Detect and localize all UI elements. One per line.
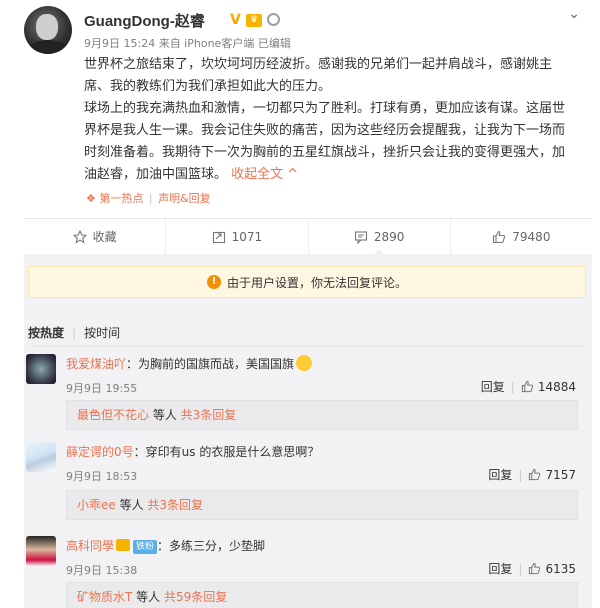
reply-button[interactable]: 回复	[488, 466, 512, 483]
comment-actions: 回复 | 14884	[481, 378, 576, 395]
commenter-name[interactable]: 我爱煤油吖	[66, 357, 126, 371]
comment-like-button[interactable]: 14884	[521, 380, 576, 394]
reply-restricted-notice: ! 由于用户设置，你无法回复评论。	[28, 266, 586, 298]
comment-time: 9月9日 19:55	[66, 382, 138, 395]
like-button[interactable]: 79480	[451, 219, 592, 254]
thumbs-up-icon	[521, 380, 534, 393]
sub-replies-box[interactable]: 最色但不花心 等人 共3条回复	[66, 400, 578, 430]
post-paragraph: 球场上的我充满热血和激情，一切都只为了胜利。打球有勇，更加应该有谋。这届世界杯是…	[84, 101, 566, 182]
thumbs-up-icon	[529, 562, 541, 575]
divider: |	[148, 192, 153, 205]
divider: |	[518, 467, 523, 482]
sub-replies-box[interactable]: 小乖ee 等人 共3条回复	[66, 490, 578, 520]
post-header: GuangDong-赵睿 V ♛ 9月9日 15:24 来自 iPhone客户端…	[24, 6, 590, 58]
comment-like-button[interactable]: 6135	[528, 562, 576, 576]
sub-reply-count-link[interactable]: 共3条回复	[147, 498, 203, 512]
post-paragraph: 世界杯之旅结束了，坎坎坷坷历经波折。感谢我的兄弟们一起并肩战斗，感谢姚主席、我的…	[84, 57, 553, 94]
like-count: 79480	[512, 229, 551, 244]
hot-topic-line: ❖ 第一热点 | 声明&回复	[86, 190, 211, 206]
commenter-name[interactable]: 薛定谔的0号	[66, 445, 134, 459]
member-ring-icon[interactable]	[267, 13, 280, 26]
sub-reply-user[interactable]: 小乖ee	[77, 498, 116, 512]
comment-text: ：为胸前的国旗而战，美国国旗	[126, 357, 295, 371]
divider: |	[518, 561, 523, 576]
comment-text: ：多练三分，少垫脚	[157, 539, 266, 553]
sort-by-time-tab[interactable]: 按时间	[84, 326, 120, 340]
thumbs-up-icon	[493, 230, 506, 243]
comment-like-count: 7157	[545, 467, 576, 482]
comment-count: 2890	[373, 229, 405, 244]
sub-reply-count-link[interactable]: 共59条回复	[164, 590, 227, 604]
comment-like-count: 6135	[545, 561, 576, 576]
comment-icon	[354, 230, 367, 244]
sub-replies-box[interactable]: 矿物质水T 等人 共59条回复	[66, 582, 578, 608]
collapse-link[interactable]: 收起全文 ^	[231, 167, 298, 182]
divider: |	[72, 326, 77, 340]
emoji-icon	[296, 355, 313, 371]
sub-reply-count-link[interactable]: 共3条回复	[181, 408, 237, 422]
post-meta: 9月9日 15:24 来自 iPhone客户端 已编辑	[84, 37, 291, 50]
comment-actions: 回复 | 6135	[488, 560, 576, 577]
commenter-name[interactable]: 高科同學	[66, 539, 114, 553]
comment-actions: 回复 | 7157	[488, 466, 576, 483]
vip-crown-icon[interactable]: ♛	[246, 14, 262, 27]
reply-button[interactable]: 回复	[481, 378, 505, 395]
author-avatar[interactable]	[24, 6, 72, 54]
comment-time: 9月9日 18:53	[66, 470, 138, 483]
comment-text-line: 我爱煤油吖：为胸前的国旗而战，美国国旗	[66, 355, 313, 372]
thumbs-up-icon	[529, 468, 541, 481]
sub-reply-user[interactable]: 矿物质水T	[77, 590, 132, 604]
divider: |	[510, 379, 515, 394]
hot-topic-link[interactable]: ❖ 第一热点	[86, 192, 143, 205]
sub-reply-user[interactable]: 最色但不花心	[77, 408, 149, 422]
repost-icon	[212, 231, 225, 243]
notice-text: 由于用户设置，你无法回复评论。	[226, 275, 407, 290]
author-name[interactable]: GuangDong-赵睿	[84, 10, 205, 31]
comment-like-count: 14884	[537, 379, 576, 394]
divider	[28, 346, 588, 347]
vip-crown-icon[interactable]	[116, 539, 131, 551]
comment-time: 9月9日 15:38	[66, 564, 138, 577]
fan-badge[interactable]: 铁粉	[133, 540, 158, 554]
statement-link[interactable]: 声明&回复	[158, 192, 211, 205]
commenter-avatar[interactable]	[26, 442, 56, 472]
repost-count: 1071	[231, 229, 263, 244]
reply-button[interactable]: 回复	[488, 560, 512, 577]
chevron-down-icon[interactable]: ⌄	[568, 6, 580, 22]
comment-sort-bar: 按热度 | 按时间	[28, 324, 120, 344]
repost-button[interactable]: 1071	[166, 219, 309, 254]
favorite-label: 收藏	[92, 230, 117, 244]
post-content: 世界杯之旅结束了，坎坎坷坷历经波折。感谢我的兄弟们一起并肩战斗，感谢姚主席、我的…	[84, 54, 574, 186]
verified-icon[interactable]: V	[230, 12, 241, 28]
comment-text: ：穿印有us 的衣服是什么意思啊？	[133, 445, 320, 459]
sub-reply-middle: 等人	[115, 498, 148, 512]
comment-button[interactable]: 2890	[309, 219, 451, 255]
comment-text-line: 薛定谔的0号：穿印有us 的衣服是什么意思啊？	[66, 443, 319, 460]
commenter-avatar[interactable]	[26, 354, 56, 384]
post-action-bar: 收藏 1071 2890 79480	[24, 218, 592, 255]
commenter-avatar[interactable]	[26, 536, 56, 566]
comment-like-button[interactable]: 7157	[528, 468, 576, 482]
comment-text-line: 高科同學 铁粉 ：多练三分，少垫脚	[66, 537, 265, 554]
comment-area: ! 由于用户设置，你无法回复评论。 按热度 | 按时间 我爱煤油吖：为胸前的国旗而战…	[24, 254, 592, 608]
sort-by-hot-tab[interactable]: 按热度	[28, 326, 64, 340]
sub-reply-middle: 等人	[132, 590, 164, 604]
favorite-button[interactable]: 收藏	[24, 219, 167, 254]
warning-icon: !	[206, 275, 221, 289]
sub-reply-middle: 等人	[149, 408, 181, 422]
star-icon	[72, 229, 87, 244]
